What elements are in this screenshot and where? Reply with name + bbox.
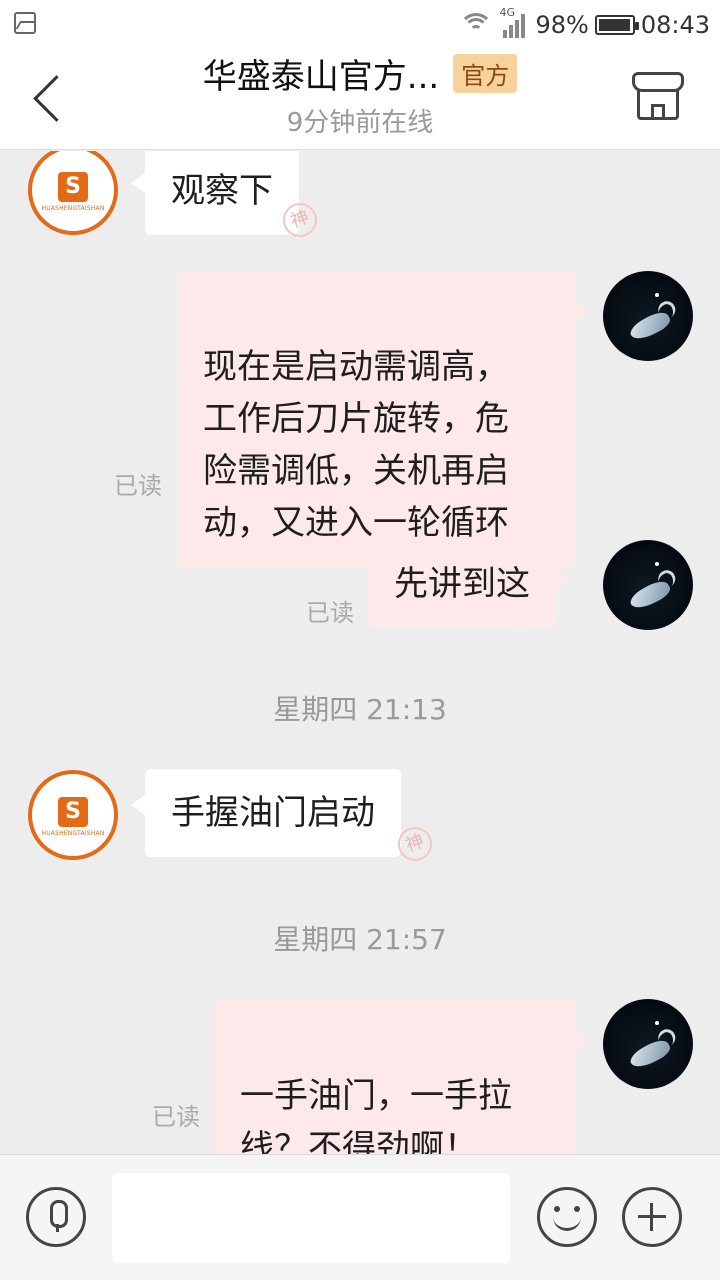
- chat-messages[interactable]: S HUASHENGTAISHAN 观察下 神 现在是启动需调高， 工作后刀片旋…: [0, 151, 720, 1154]
- message-bubble[interactable]: 先讲到这: [368, 540, 570, 628]
- user-avatar[interactable]: [603, 271, 693, 361]
- timestamp: 星期四 21:13: [273, 693, 447, 726]
- shop-avatar[interactable]: S HUASHENGTAISHAN: [28, 151, 118, 235]
- cell-signal-icon: 4G: [499, 6, 529, 38]
- shop-logo-text: HUASHENGTAISHAN: [41, 205, 105, 212]
- message-text: 先讲到这: [394, 564, 530, 604]
- shop-avatar[interactable]: S HUASHENGTAISHAN: [28, 770, 118, 860]
- message-text: 现在是启动需调高， 工作后刀片旋转，危 险需调低，关机再启 动，又进入一轮循环: [203, 347, 509, 543]
- message-text: 一手油门，一手拉 线？不得劲啊！: [240, 1076, 512, 1154]
- gallery-notification-icon: [14, 12, 36, 34]
- online-status: 9分钟前在线: [286, 108, 434, 138]
- shop-logo: S: [58, 172, 88, 202]
- user-avatar[interactable]: [603, 540, 693, 630]
- read-receipt: 已读: [306, 599, 354, 627]
- battery-icon: [594, 15, 639, 35]
- network-type: 4G: [499, 6, 516, 19]
- chat-title: 华盛泰山官方...: [202, 57, 440, 97]
- shop-icon[interactable]: [632, 72, 684, 122]
- message-bubble[interactable]: 手握油门启动: [131, 769, 401, 857]
- message-bubble[interactable]: 现在是启动需调高， 工作后刀片旋转，危 险需调低，关机再启 动，又进入一轮循环: [177, 271, 589, 567]
- wifi-icon: [459, 13, 494, 37]
- shop-logo: S: [58, 797, 88, 827]
- plus-icon[interactable]: [622, 1187, 682, 1247]
- battery-percent: 98%: [535, 11, 589, 39]
- clock: 08:43: [640, 11, 710, 39]
- read-receipt: 已读: [114, 472, 162, 500]
- status-bar: 4G 98% 08:43: [0, 0, 720, 50]
- official-badge: 官方: [453, 54, 518, 93]
- message-text: 手握油门启动: [171, 793, 375, 833]
- chat-header: 华盛泰山官方... 官方 9分钟前在线: [0, 50, 720, 150]
- user-avatar[interactable]: [603, 999, 693, 1089]
- timestamp: 星期四 21:57: [273, 923, 447, 956]
- message-input[interactable]: [112, 1173, 510, 1263]
- read-receipt: 已读: [152, 1103, 200, 1131]
- shop-logo-text: HUASHENGTAISHAN: [41, 830, 105, 837]
- input-bar: [0, 1154, 720, 1280]
- message-text: 观察下: [171, 171, 273, 211]
- message-bubble[interactable]: 一手油门，一手拉 线？不得劲啊！: [214, 1000, 589, 1154]
- status-indicators: 4G 98% 08:43: [459, 6, 710, 42]
- voice-icon[interactable]: [26, 1187, 86, 1247]
- title-row: 华盛泰山官方... 官方: [0, 50, 720, 98]
- message-bubble[interactable]: 观察下: [131, 151, 299, 235]
- emoji-icon[interactable]: [537, 1187, 597, 1247]
